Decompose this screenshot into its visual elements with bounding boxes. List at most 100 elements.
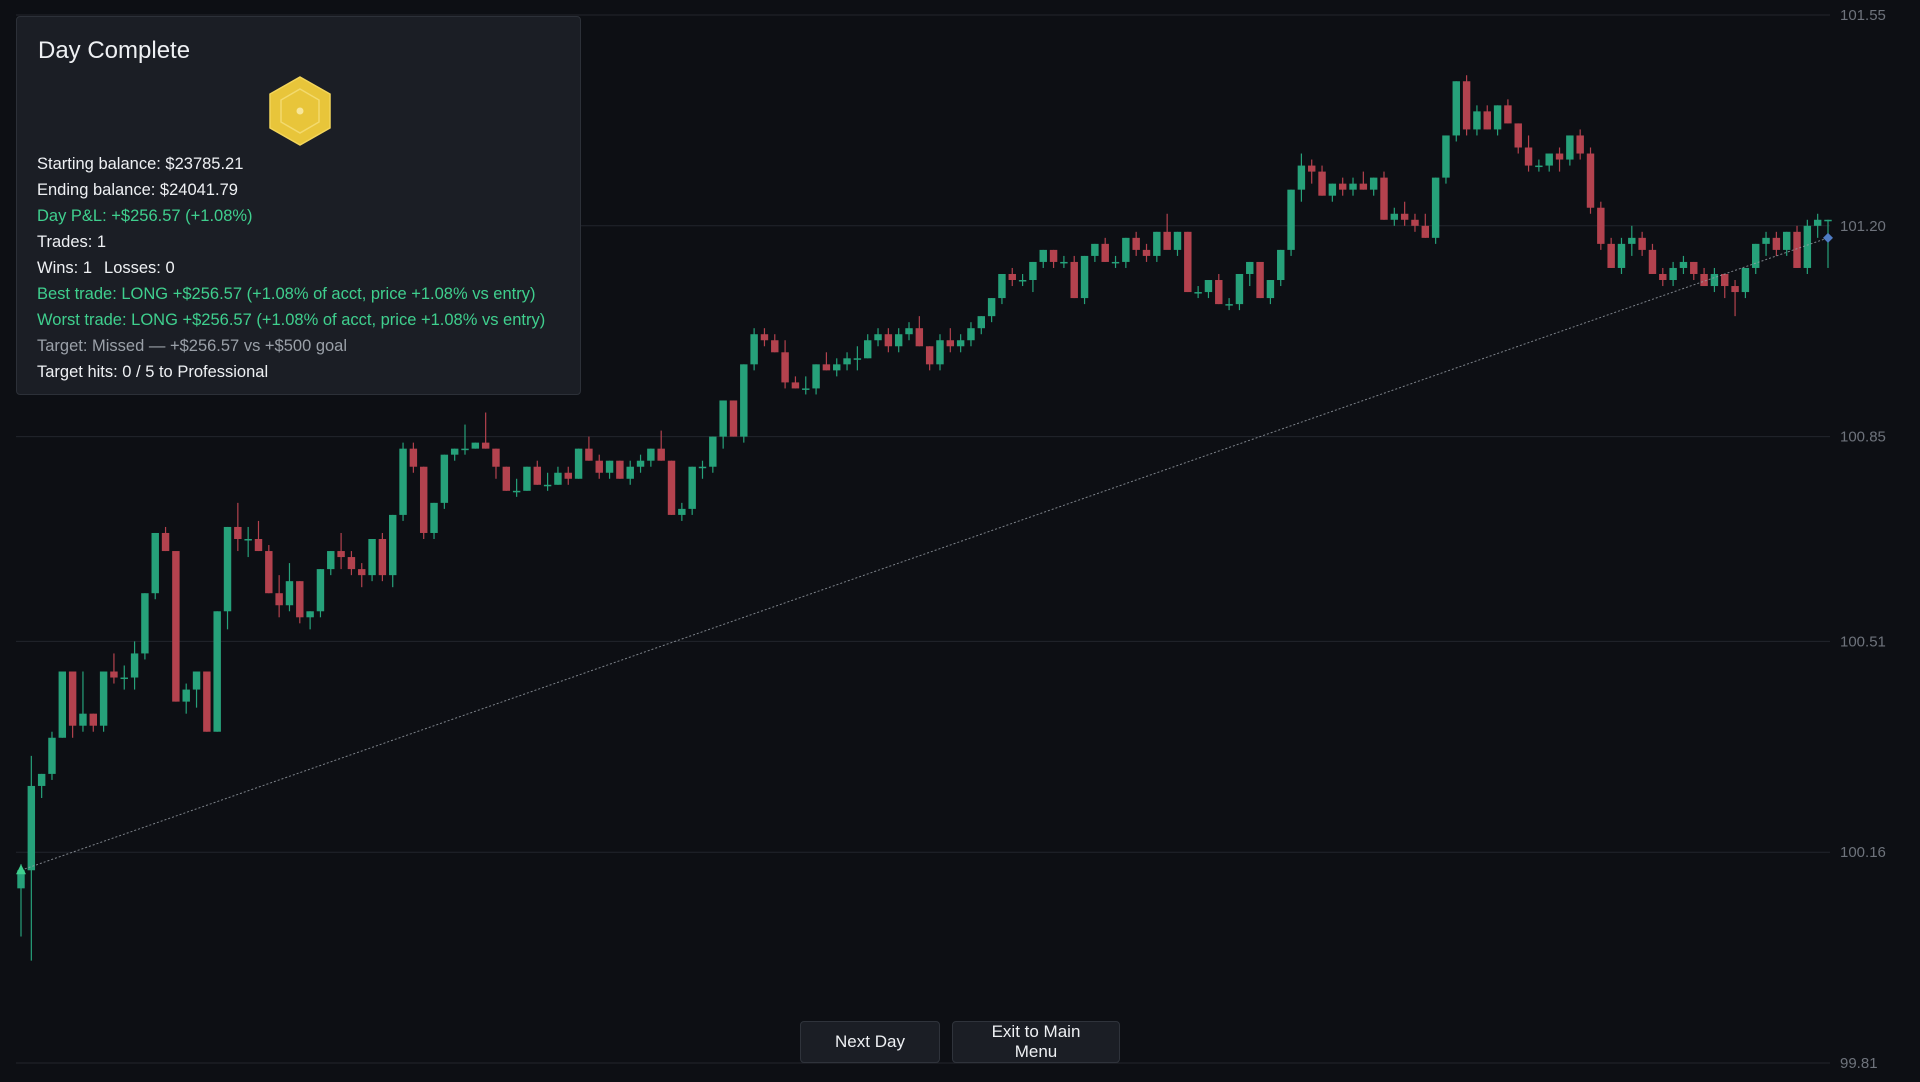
candle — [1586, 147, 1595, 214]
candle-body — [471, 442, 480, 449]
candle-body — [884, 334, 893, 347]
candle-body — [1514, 123, 1522, 148]
candle — [17, 864, 25, 937]
candle-body — [1380, 177, 1388, 220]
candle-body — [1638, 237, 1646, 250]
candle-body — [636, 460, 645, 467]
candle-body — [68, 671, 77, 726]
candle — [1194, 286, 1202, 299]
candle-body — [1555, 153, 1564, 160]
candle-body — [337, 551, 345, 558]
candle — [564, 466, 572, 485]
candle — [275, 575, 283, 618]
entry-arrow-icon — [16, 864, 26, 875]
candle — [853, 346, 862, 371]
candle — [626, 460, 634, 485]
candle-body — [1628, 237, 1636, 244]
candle — [151, 532, 159, 600]
candle — [1008, 267, 1016, 287]
candle-body — [461, 448, 469, 451]
day-summary-panel: Day Complete Starting balance: $23785.21… — [16, 16, 581, 395]
y-tick-label: 101.55 — [1840, 7, 1886, 24]
y-tick-label: 99.81 — [1840, 1055, 1878, 1072]
candle — [750, 328, 758, 371]
candle-body — [1204, 280, 1213, 293]
candle — [389, 514, 397, 588]
candle-body — [244, 539, 252, 541]
candle — [1772, 231, 1781, 256]
candle-body — [1669, 267, 1677, 281]
candle — [1514, 123, 1522, 154]
candle — [347, 551, 356, 576]
next-day-button[interactable]: Next Day — [800, 1021, 940, 1063]
candle-body — [812, 364, 820, 389]
candle-body — [1029, 261, 1037, 281]
candle — [1442, 135, 1450, 184]
candle — [998, 273, 1006, 305]
candle — [1721, 273, 1729, 299]
candle-body — [358, 569, 366, 576]
trades-count: Trades: 1 — [37, 233, 107, 251]
candle-body — [894, 334, 903, 347]
candle — [533, 460, 542, 485]
candle — [285, 563, 294, 612]
candle-body — [99, 671, 108, 726]
candle — [667, 460, 676, 515]
candle — [1080, 255, 1089, 305]
candle — [977, 316, 986, 335]
candle — [1359, 171, 1368, 190]
candle-body — [389, 514, 397, 576]
candle — [1091, 243, 1099, 262]
candle — [1225, 298, 1233, 311]
candle-body — [709, 436, 717, 467]
candle — [358, 563, 366, 588]
candle — [58, 671, 67, 738]
candle — [1380, 171, 1388, 220]
candle-body — [946, 340, 955, 347]
candle-body — [409, 448, 418, 467]
candle — [771, 334, 779, 353]
candle-body — [1772, 237, 1781, 250]
candle — [1669, 261, 1677, 287]
candle — [729, 400, 738, 437]
candle-body — [265, 551, 273, 594]
candle — [1535, 159, 1543, 172]
ending-balance: Ending balance: $24041.79 — [37, 181, 238, 199]
candle — [337, 532, 345, 570]
wins-losses: Wins: 1 Losses: 0 — [37, 255, 560, 281]
candle-body — [1039, 249, 1047, 262]
exit-to-main-menu-button[interactable]: Exit to Main Menu — [952, 1021, 1120, 1063]
candle-body — [1142, 249, 1151, 256]
candle — [1111, 255, 1120, 268]
candle — [1369, 177, 1378, 196]
candle-body — [1070, 261, 1078, 299]
candle-body — [647, 448, 655, 461]
candle — [1679, 255, 1688, 274]
candle-body — [1597, 207, 1605, 244]
candle-body — [1256, 261, 1264, 299]
candle — [99, 671, 108, 732]
candle-body — [574, 448, 583, 479]
candle-body — [1153, 231, 1161, 256]
candle — [1483, 105, 1491, 130]
candle — [863, 334, 872, 359]
candle-body — [802, 388, 810, 390]
candle — [1628, 225, 1636, 256]
candle-body — [450, 448, 459, 455]
candle — [161, 526, 170, 552]
candle — [1690, 261, 1698, 281]
candle — [936, 334, 944, 371]
candle-body — [1710, 273, 1719, 287]
candle — [1741, 267, 1750, 299]
candle — [657, 430, 665, 461]
candle — [79, 671, 87, 732]
candle — [1153, 231, 1161, 262]
candle-body — [110, 671, 118, 678]
candle — [399, 442, 407, 521]
candle-body — [492, 448, 500, 467]
candle-body — [657, 448, 665, 461]
candle — [223, 526, 232, 630]
candle-body — [347, 557, 356, 570]
candle-body — [1700, 273, 1708, 287]
candle-body — [1762, 237, 1770, 244]
